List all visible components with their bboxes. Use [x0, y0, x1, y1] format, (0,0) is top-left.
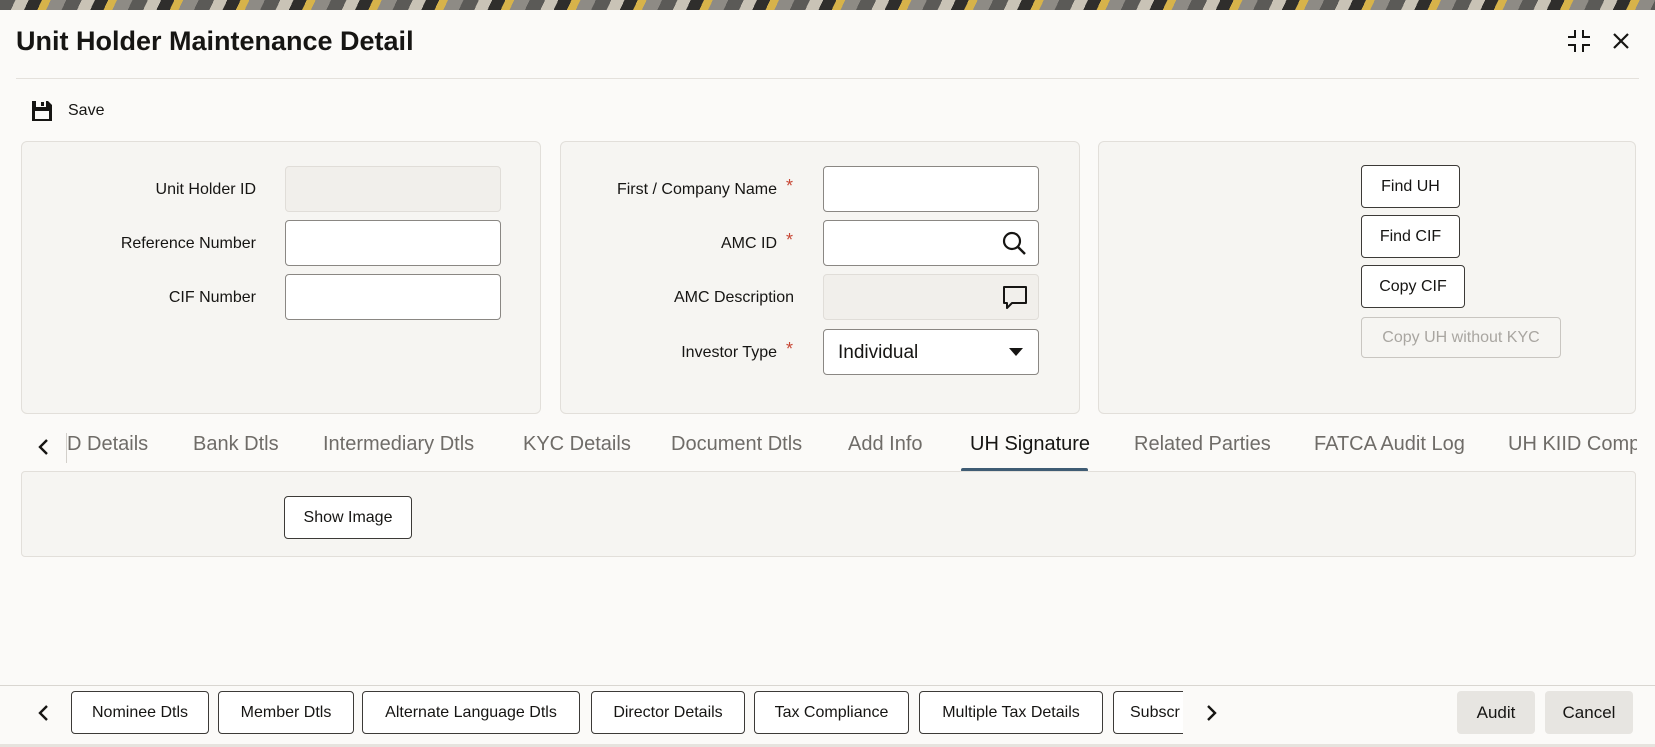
subscr-button[interactable]: Subscr — [1113, 691, 1183, 734]
tab-kyc-details[interactable]: KYC Details — [523, 433, 631, 456]
save-button[interactable]: Save — [30, 98, 104, 124]
multiple-tax-details-button[interactable]: Multiple Tax Details — [919, 691, 1103, 734]
copy-cif-button[interactable]: Copy CIF — [1361, 265, 1465, 308]
title-divider — [16, 78, 1639, 79]
detail-tabs: D Details Bank Dtls Intermediary Dtls KY… — [0, 425, 1655, 472]
amc-description-label: AMC Description — [673, 289, 794, 306]
collapse-icon[interactable] — [1564, 26, 1594, 56]
lookup-panel: Find UH Find CIF Copy CIF Copy UH withou… — [1098, 141, 1636, 414]
tab-uh-kiid-compl[interactable]: UH KIID Compl — [1508, 433, 1637, 456]
cif-number-field[interactable] — [285, 274, 501, 320]
page-title: Unit Holder Maintenance Detail — [16, 26, 414, 56]
close-icon[interactable] — [1606, 26, 1636, 56]
cancel-button[interactable]: Cancel — [1545, 691, 1633, 734]
chevron-left-icon[interactable] — [32, 435, 56, 459]
director-details-button[interactable]: Director Details — [591, 691, 745, 734]
footer-bar: Nominee Dtls Member Dtls Alternate Langu… — [0, 686, 1655, 747]
search-icon[interactable] — [1001, 230, 1027, 256]
tab-d-details[interactable]: D Details — [67, 433, 148, 456]
tab-document-dtls[interactable]: Document Dtls — [671, 433, 802, 456]
investor-type-select[interactable]: Individual — [823, 329, 1039, 375]
floppy-disk-icon — [32, 101, 52, 121]
caret-down-icon — [1009, 348, 1023, 356]
nominee-dtls-button[interactable]: Nominee Dtls — [71, 691, 209, 734]
investor-type-value: Individual — [838, 342, 919, 363]
chevron-left-icon[interactable] — [32, 701, 56, 725]
reference-number-field[interactable] — [285, 220, 501, 266]
company-panel: First / Company Name * AMC ID * AMC Desc… — [560, 141, 1080, 414]
save-label: Save — [68, 102, 105, 119]
investor-type-label: Investor Type — [681, 344, 777, 361]
copy-uh-without-kyc-button[interactable]: Copy UH without KYC — [1361, 317, 1561, 358]
reference-number-label: Reference Number — [120, 235, 256, 252]
identity-panel: Unit Holder ID Reference Number CIF Numb… — [21, 141, 541, 414]
tab-uh-signature[interactable]: UH Signature — [970, 433, 1090, 456]
chevron-right-icon[interactable] — [1199, 701, 1223, 725]
find-cif-button[interactable]: Find CIF — [1361, 215, 1460, 258]
member-dtls-button[interactable]: Member Dtls — [218, 691, 354, 734]
tax-compliance-button[interactable]: Tax Compliance — [754, 691, 909, 734]
unit-holder-id-label: Unit Holder ID — [155, 181, 256, 198]
required-marker: * — [786, 339, 794, 359]
show-image-button[interactable]: Show Image — [284, 496, 412, 539]
comment-icon[interactable] — [1002, 284, 1028, 310]
amc-id-label: AMC ID — [721, 235, 777, 252]
tab-bank-dtls[interactable]: Bank Dtls — [193, 433, 279, 456]
find-uh-button[interactable]: Find UH — [1361, 165, 1460, 208]
tab-add-info[interactable]: Add Info — [848, 433, 923, 456]
first-company-name-field[interactable] — [823, 166, 1039, 212]
audit-button[interactable]: Audit — [1457, 691, 1535, 734]
tab-fatca-audit-log[interactable]: FATCA Audit Log — [1314, 433, 1465, 456]
required-marker: * — [786, 176, 794, 196]
cif-number-label: CIF Number — [168, 289, 256, 306]
tab-related-parties[interactable]: Related Parties — [1134, 433, 1271, 456]
uh-signature-panel: Show Image — [21, 471, 1636, 557]
alternate-language-dtls-button[interactable]: Alternate Language Dtls — [362, 691, 580, 734]
tab-intermediary-dtls[interactable]: Intermediary Dtls — [323, 433, 474, 456]
unit-holder-id-field — [285, 166, 501, 212]
header-banner — [0, 0, 1655, 10]
first-company-name-label: First / Company Name — [616, 181, 777, 198]
required-marker: * — [786, 230, 794, 250]
